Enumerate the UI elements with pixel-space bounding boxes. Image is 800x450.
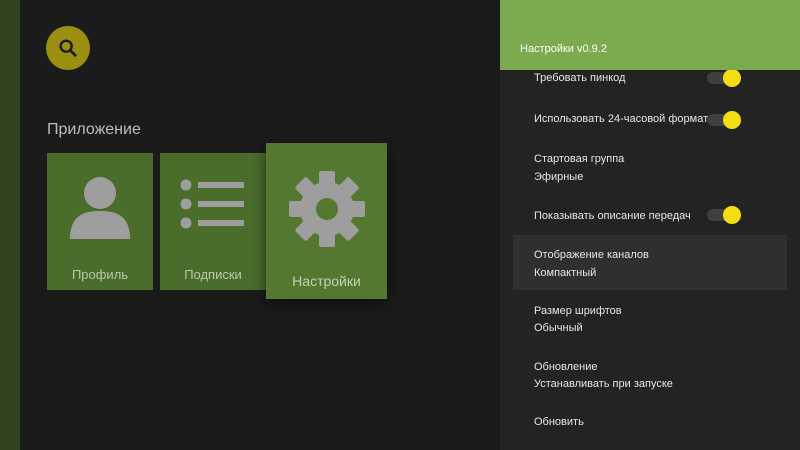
setting-update[interactable]: Обновление Устанавливать при запуске [513, 348, 787, 400]
setting-font-size[interactable]: Размер шрифтов Обычный [513, 292, 787, 344]
setting-title: Отображение каналов [534, 249, 649, 261]
settings-card[interactable]: Настройки [266, 143, 387, 299]
settings-panel-header: Настройки v0.9.2 [500, 0, 800, 70]
setting-value: Устанавливать при запуске [534, 378, 673, 390]
section-title: Приложение [47, 121, 141, 138]
24h-format-toggle[interactable] [707, 111, 741, 129]
setting-title: Стартовая группа [534, 153, 625, 165]
search-icon [59, 39, 77, 57]
settings-card-label: Настройки [292, 273, 361, 289]
setting-value: Эфирные [534, 171, 584, 183]
subscriptions-card-label: Подписки [184, 267, 242, 282]
toggle-knob [723, 70, 741, 87]
setting-value: Компактный [534, 267, 597, 279]
setting-channel-display[interactable]: Отображение каналов Компактный [513, 235, 787, 290]
setting-show-descriptions[interactable]: Показывать описание передач [513, 196, 787, 236]
setting-title: Использовать 24-часовой формат [534, 113, 709, 125]
require-pin-toggle[interactable] [707, 70, 741, 87]
setting-title: Размер шрифтов [534, 305, 622, 317]
toggle-knob [723, 206, 741, 224]
setting-title: Показывать описание передач [534, 210, 691, 222]
settings-list[interactable]: Требовать пинкод Использовать 24-часовой… [500, 70, 800, 450]
setting-title: Требовать пинкод [534, 72, 626, 84]
list-icon [180, 179, 244, 229]
left-edge-strip [0, 0, 20, 450]
gear-icon [288, 171, 365, 247]
setting-title: Обновить [534, 416, 584, 428]
setting-require-pin[interactable]: Требовать пинкод [513, 70, 787, 100]
toggle-knob [723, 111, 741, 129]
setting-start-group[interactable]: Стартовая группа Эфирные [513, 142, 787, 194]
search-button[interactable] [46, 26, 90, 70]
setting-refresh[interactable]: Обновить [513, 404, 787, 444]
show-descriptions-toggle[interactable] [707, 206, 741, 224]
profile-card-label: Профиль [71, 267, 129, 282]
settings-panel-title: Настройки v0.9.2 [520, 43, 607, 55]
settings-panel: Настройки v0.9.2 Требовать пинкод Исполь… [500, 0, 800, 450]
profile-card[interactable]: Профиль [47, 153, 153, 290]
person-icon [70, 177, 130, 239]
subscriptions-card[interactable]: Подписки [160, 153, 266, 290]
setting-title: Обновление [534, 361, 598, 373]
setting-value: Обычный [534, 322, 583, 334]
setting-24h-format[interactable]: Использовать 24-часовой формат [513, 100, 787, 140]
